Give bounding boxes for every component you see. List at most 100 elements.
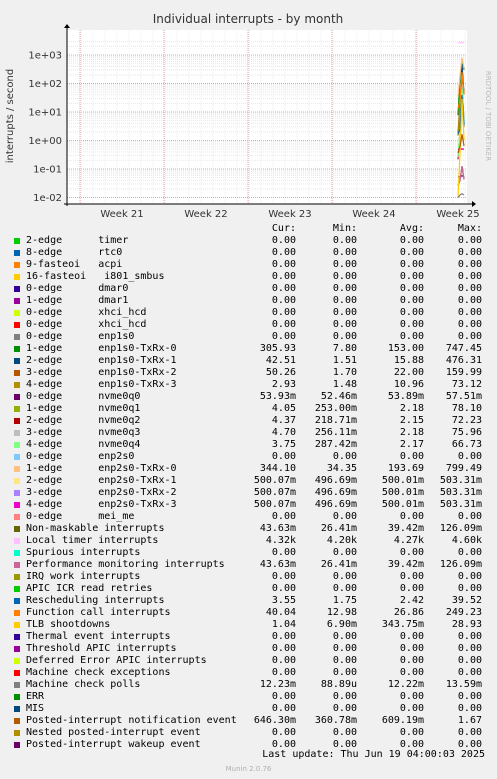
legend-max-value: 0.00 <box>457 319 482 330</box>
legend-max-value: 0.00 <box>457 511 482 522</box>
legend-max-value: 0.00 <box>457 703 482 714</box>
legend-max-value: 0.00 <box>457 283 482 294</box>
legend-swatch <box>14 670 20 676</box>
legend-max-value: 0.00 <box>457 655 482 666</box>
legend-swatch <box>14 430 20 436</box>
legend-min-value: 0.00 <box>332 571 357 582</box>
legend-swatch <box>14 346 20 352</box>
legend-max-value: 0.00 <box>457 631 482 642</box>
legend-max-value: 126.09m <box>439 559 482 570</box>
legend-swatch <box>14 466 20 472</box>
legend-min-value: 0.00 <box>332 547 357 558</box>
legend-row: Machine check polls 12.23m 88.89u 12.22m 13.… <box>0 679 497 691</box>
col-header-max: Max: <box>457 223 482 234</box>
legend-max-value: 0.00 <box>457 727 482 738</box>
legend-row: 2-edge timer 0.00 0.00 0.00 0.00 <box>0 235 497 247</box>
legend-cur-value: 12.23m <box>259 679 296 690</box>
y-tick-label: 1e+00 <box>28 136 62 147</box>
x-tick-labels: Week 21 Week 22 Week 23 Week 24 Week 25 <box>100 209 479 220</box>
legend-row: TLB shootdowns 1.04 6.90m 343.75m 28.93 <box>0 619 497 631</box>
legend-min-value: 0.00 <box>332 643 357 654</box>
legend-swatch <box>14 358 20 364</box>
legend-label: 3-edge enp1s0-TxRx-2 <box>26 367 177 378</box>
legend-label: Performance monitoring interrupts <box>26 559 225 570</box>
legend-swatch <box>14 442 20 448</box>
legend-row: 16-fasteoi i801_smbus 0.00 0.00 0.00 0.00 <box>0 271 497 283</box>
legend-swatch <box>14 706 20 712</box>
legend-min-value: 496.69m <box>314 487 357 498</box>
legend-max-value: 78.10 <box>451 403 482 414</box>
x-tick-label: Week 22 <box>184 209 227 220</box>
legend-swatch <box>14 658 20 664</box>
legend-min-value: 0.00 <box>332 703 357 714</box>
legend-cur-value: 1.04 <box>271 619 296 630</box>
legend-row: 1-edge enp2s0-TxRx-0 344.10 34.35 193.69 799… <box>0 463 497 475</box>
legend-swatch <box>14 538 20 544</box>
legend-label: Thermal event interrupts <box>26 631 171 642</box>
legend-min-value: 0.00 <box>332 295 357 306</box>
legend-swatch <box>14 286 20 292</box>
legend-label: 9-fasteoi acpi <box>26 259 123 270</box>
legend-label: 0-edge dmar0 <box>26 283 129 294</box>
legend-label: Non-maskable interrupts <box>26 523 165 534</box>
legend-max-value: 503.31m <box>439 475 482 486</box>
legend-swatch <box>14 718 20 724</box>
legend-cur-value: 40.04 <box>265 607 296 618</box>
legend-cur-value: 42.51 <box>265 355 296 366</box>
legend-label: MIS <box>26 703 45 714</box>
legend-cur-value: 43.63m <box>259 523 296 534</box>
legend-min-value: 26.41m <box>320 559 357 570</box>
legend-cur-value: 3.55 <box>271 595 296 606</box>
legend-cur-value: 0.00 <box>271 247 296 258</box>
legend-cur-value: 0.00 <box>271 271 296 282</box>
legend-cur-value: 4.70 <box>271 427 296 438</box>
legend-swatch <box>14 406 20 412</box>
legend-row: 1-edge dmar1 0.00 0.00 0.00 0.00 <box>0 295 497 307</box>
legend-min-value: 0.00 <box>332 247 357 258</box>
legend-swatch <box>14 562 20 568</box>
legend-row: Nested posted-interrupt event 0.00 0.00 0.0… <box>0 727 497 739</box>
legend-label: Posted-interrupt wakeup event <box>26 739 201 750</box>
legend-label: ERR <box>26 691 45 702</box>
col-header-min: Min: <box>332 223 357 234</box>
legend-cur-value: 0.00 <box>271 451 296 462</box>
legend-row: Thermal event interrupts 0.00 0.00 0.00 0.00 <box>0 631 497 643</box>
legend-row: 0-edge enp1s0 0.00 0.00 0.00 0.00 <box>0 331 497 343</box>
legend-max-value: 249.23 <box>445 607 482 618</box>
legend-max-value: 126.09m <box>439 523 482 534</box>
legend-cur-value: 0.00 <box>271 631 296 642</box>
col-header-cur: Cur: <box>271 223 296 234</box>
legend-label: 0-edge enp1s0 <box>26 331 135 342</box>
y-tick-labels: 1e-02 1e-01 1e+00 1e+01 1e+02 1e+03 <box>28 51 62 205</box>
legend-swatch <box>14 382 20 388</box>
legend-max-value: 799.49 <box>445 463 482 474</box>
legend-swatch <box>14 238 20 244</box>
legend-cur-value: 0.00 <box>271 331 296 342</box>
legend-min-value: 0.00 <box>332 451 357 462</box>
legend-max-value: 159.99 <box>445 367 482 378</box>
legend-cur-value: 0.00 <box>271 295 296 306</box>
rrdtool-watermark: RRDTOOL / TOBI OETIKER <box>484 71 492 161</box>
legend-max-value: 0.00 <box>457 331 482 342</box>
legend-min-value: 26.41m <box>320 523 357 534</box>
legend-label: 4-edge nvme0q4 <box>26 439 141 450</box>
x-tick-label: Week 23 <box>268 209 311 220</box>
legend-max-value: 73.12 <box>451 379 482 390</box>
legend-min-value: 88.89u <box>320 679 357 690</box>
legend-min-value: 253.00m <box>314 403 357 414</box>
legend-row: Function call interrupts 40.04 12.98 26.86 2… <box>0 607 497 619</box>
legend-row: Spurious interrupts 0.00 0.00 0.00 0.00 <box>0 547 497 559</box>
legend-row: Posted-interrupt notification event 646.3… <box>0 715 497 727</box>
legend-cur-value: 0.00 <box>271 307 296 318</box>
legend-min-value: 0.00 <box>332 583 357 594</box>
legend-swatch <box>14 610 20 616</box>
legend-row: 3-edge enp1s0-TxRx-2 50.26 1.70 22.00 159.99 <box>0 367 497 379</box>
legend-row: Deferred Error APIC interrupts 0.00 0.00 0.… <box>0 655 497 667</box>
legend-max-value: 476.31 <box>445 355 482 366</box>
legend-swatch <box>14 586 20 592</box>
legend-label: 1-edge dmar1 <box>26 295 129 306</box>
legend-max-value: 0.00 <box>457 643 482 654</box>
legend-cur-value: 0.00 <box>271 703 296 714</box>
legend-min-value: 34.35 <box>326 463 357 474</box>
legend-min-value: 4.20k <box>326 535 357 546</box>
